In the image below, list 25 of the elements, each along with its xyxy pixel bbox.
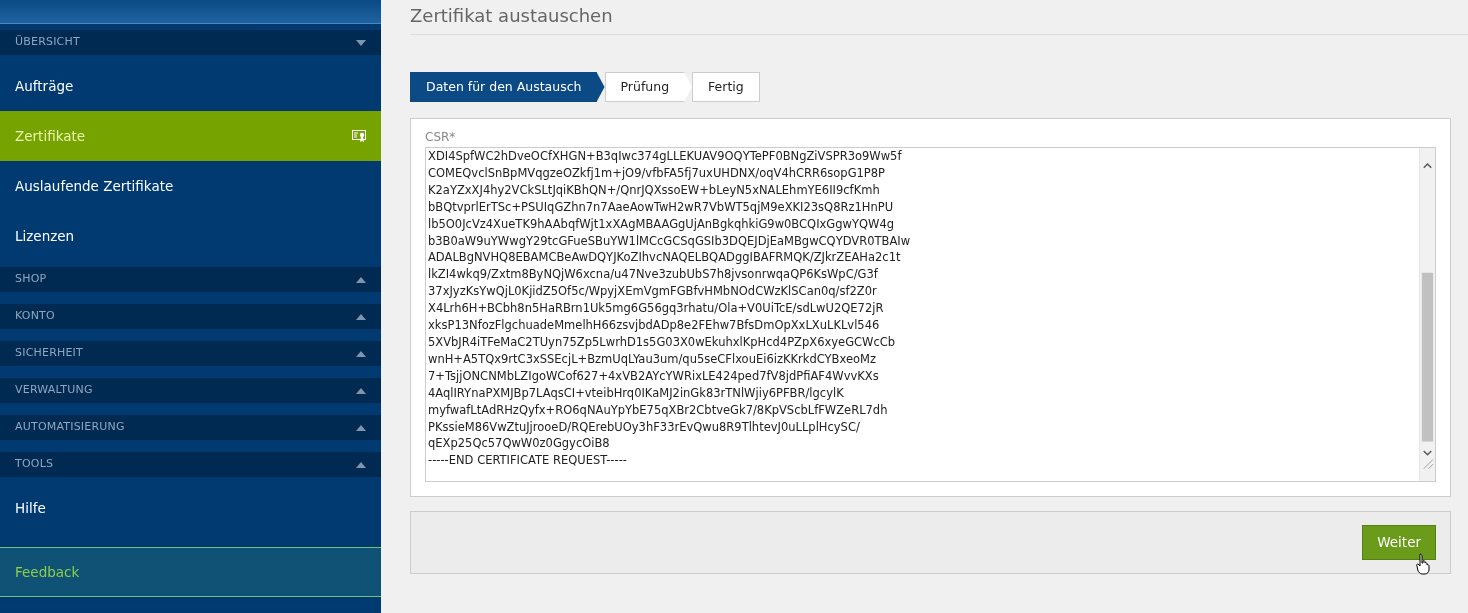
pointer-cursor-icon (1416, 553, 1430, 575)
caret-up-icon (356, 313, 366, 320)
caret-up-icon (356, 276, 366, 283)
sidebar-section-header[interactable]: VERWALTUNG (0, 378, 381, 403)
csr-field[interactable]: XDI4SpfWC2hDveOCfXHGN+B3qIwc374gLLEKUAV9OQYTePF0BNgZiVSPR3o9Ww5f COMEQvclSnBpMVqgzeOZkfj1m+jO9/vfbFA5fj7uxUHDNX/oqV4hCRR6sopG1P8P K2aYZxXJ4hy2VCkSLtJqiKBhQN+/QnrJQXssoEW+bLeyN5xNALEhmYE6II9cfKmh bBQtvprlErTSc+PSUIqGZhn7n7AaeAowTwH2wR7VbWT5qjM9eXKI23sQ8Rz1HnPU lb5O0JcVz4XueTK9hAAbqfWjt1xXAgMBAAGgUjAnBgkqhkiG9w0BCQIxGgwYQW4g b3B0aW9uYWwgY29tcGFueSBuYW1lMCcGCSqGSIb3DQEJDjEaMBgwCQYDVR0TBAIw ADALBgNVHQ8EBAMCBeAwDQYJKoZIhvcNAQELBQADggIBAFRMQK/ZJkrZEAHa2c1t lkZI4wkq9/Zxtm8ByNQjW6xcna/u47Nve3zubUbS7h8jvsonrwqaQP6KsWpC/G3f 37xJyzKsYwQjL0KjidZ5Of5c/WpyjXEmVgmFGBfvHMbNOdCWzKlSCan0q/sf2Z0r X4Lrh6H+BCbh8n5HaRBrn1Uk5mg6G56gq3rhatu/Ola+V0UiTcE/sdLwU2QE72jR xksP13NfozFlgchuadeMmelhH66zsvjbdADp8e2FEhw7BfsDmOpXxLXuLKLvl546 5XVbJR4iTFeMaC2TUyn75Zp5LwrhD1s5G03X0wEkuhxlKpHcd4PZpX6xyeGCWcCb wnH+A5TQx9rtC3xSSEcjL+BzmUqLYau3um/qu5seCFlxouEi6izKKrkdCYBxeoMz 7+TsjjONCNMbLZIgoWCof627+4xVB2AYcYWRixLE424ped7fV8jdPfiAF4WvvKXs 4AqlIRYnaPXMJBp7LAqsCI+vteibHrq0IKaMJ2inGk83rTNlWjiy6PFBR/lgcylK myfwafLtAdRHzQyfx+RO6qNAuYpYbE75qXBr2CbtveGk7/8KpVScbLfFWZeRL7dh PKssieM86VwZtuJjrooeD/RQErebUOy3hF33rEvQwu8R9TlhtevJ0uLLplHcySC/ qEXp25Qc57QwW0z0GgycOiB8 -----END CERTIFICATE REQUEST----- (425, 147, 1436, 482)
sidebar-section-header[interactable]: ÜBERSICHT (0, 30, 381, 55)
scrollbar-drawing[interactable] (1419, 148, 1435, 481)
page-title: Zertifikat austauschen (410, 0, 1468, 35)
sidebar-section-header[interactable]: KONTO (0, 304, 381, 329)
caret-up-icon (356, 461, 366, 468)
sidebar-section-header[interactable]: SHOP (0, 267, 381, 292)
certificate-icon (352, 129, 366, 143)
sidebar-section-header[interactable]: TOOLS (0, 452, 381, 477)
feedback-link[interactable]: Feedback (0, 547, 381, 597)
csr-label: CSR* (425, 131, 457, 143)
caret-up-icon (356, 350, 366, 357)
wizard-step[interactable]: Daten für den Austausch (410, 72, 605, 102)
caret-down-icon (356, 39, 366, 46)
caret-up-icon (356, 387, 366, 394)
sidebar-section-header[interactable]: AUTOMATISIERUNG (0, 415, 381, 440)
next-button[interactable]: Weiter (1362, 525, 1436, 560)
wizard-step[interactable]: Prüfung (604, 72, 693, 102)
sidebar-section-header[interactable]: SICHERHEIT (0, 341, 381, 366)
wizard-step[interactable]: Fertig (692, 72, 760, 102)
caret-up-icon (356, 424, 366, 431)
